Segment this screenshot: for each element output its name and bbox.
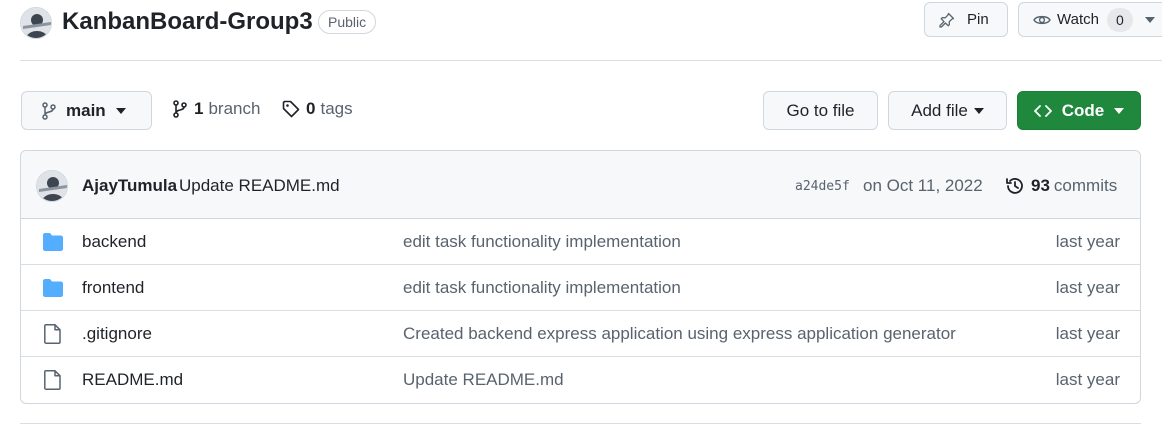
file-age: last year <box>1055 278 1120 297</box>
caret-down-icon <box>1114 107 1125 114</box>
branches-link[interactable]: 1 branch <box>172 99 260 119</box>
file-icon <box>44 370 61 390</box>
pin-icon <box>939 12 955 28</box>
caret-down-icon <box>973 107 984 114</box>
avatar-icon <box>21 8 51 38</box>
commit-author-avatar[interactable] <box>36 170 68 202</box>
file-commit-message[interactable]: edit task functionality implementation <box>403 232 681 252</box>
footer-divider <box>20 423 1141 424</box>
commit-date: on Oct 11, 2022 <box>863 176 983 195</box>
file-commit-message[interactable]: edit task functionality implementation <box>403 278 681 298</box>
folder-icon <box>43 233 63 251</box>
code-icon <box>1033 104 1052 117</box>
git-branch-icon <box>173 100 187 118</box>
file-commit-message[interactable]: Created backend express application usin… <box>403 324 956 344</box>
go-to-file-button[interactable]: Go to file <box>763 91 878 130</box>
caret-down-icon <box>115 107 126 114</box>
header-divider <box>20 60 1162 61</box>
file-age: last year <box>1055 370 1120 389</box>
watch-count: 0 <box>1106 7 1133 32</box>
add-file-button[interactable]: Add file <box>888 91 1007 130</box>
code-button[interactable]: Code <box>1017 91 1141 130</box>
file-row-backend[interactable]: backend edit task functionality implemen… <box>21 219 1140 265</box>
tag-icon <box>282 100 300 118</box>
watch-label: Watch <box>1057 11 1099 28</box>
add-file-label: Add file <box>911 100 968 120</box>
commits-history-link[interactable]: 93 commits <box>1005 176 1117 196</box>
file-name[interactable]: .gitignore <box>82 324 152 344</box>
commit-count-label: commits <box>1053 176 1118 195</box>
repo-header: KanbanBoard-Group3 Public Pin Watch 0 <box>0 0 1162 60</box>
file-browser: AjayTumula Update README.md a24de5f on O… <box>20 150 1141 404</box>
tag-count-number: 0 <box>306 99 316 118</box>
git-branch-icon <box>42 101 56 120</box>
commit-message[interactable]: Update README.md <box>179 176 340 196</box>
latest-commit-bar: AjayTumula Update README.md a24de5f on O… <box>21 151 1140 219</box>
file-commit-message[interactable]: Update README.md <box>403 370 564 390</box>
pin-label: Pin <box>967 11 989 28</box>
branch-count-number: 1 <box>194 99 204 118</box>
file-row-frontend[interactable]: frontend edit task functionality impleme… <box>21 265 1140 311</box>
branch-name: main <box>66 100 106 120</box>
visibility-badge: Public <box>318 10 377 34</box>
tag-count-label: tags <box>320 99 353 118</box>
pin-button[interactable]: Pin <box>924 2 1008 37</box>
branch-count-label: branch <box>208 99 261 118</box>
file-name[interactable]: frontend <box>82 278 144 298</box>
watch-button[interactable]: Watch 0 <box>1018 2 1162 37</box>
file-name[interactable]: README.md <box>82 370 183 390</box>
code-label: Code <box>1061 100 1105 120</box>
file-row-readme[interactable]: README.md Update README.md last year <box>21 357 1140 403</box>
history-icon <box>1006 178 1023 194</box>
tags-link[interactable]: 0 tags <box>282 99 353 119</box>
caret-down-icon <box>1144 16 1155 23</box>
commit-sha[interactable]: a24de5f <box>795 179 850 194</box>
file-icon <box>44 324 61 344</box>
avatar-icon <box>37 171 67 201</box>
eye-icon <box>1033 15 1051 24</box>
repo-title[interactable]: KanbanBoard-Group3 <box>62 8 313 36</box>
folder-icon <box>43 279 63 297</box>
branch-selector[interactable]: main <box>21 91 152 130</box>
commit-author[interactable]: AjayTumula <box>82 176 177 196</box>
owner-avatar[interactable] <box>20 7 52 39</box>
commit-count-number: 93 <box>1031 176 1050 195</box>
file-row-gitignore[interactable]: .gitignore Created backend express appli… <box>21 311 1140 357</box>
file-age: last year <box>1055 232 1120 251</box>
file-age: last year <box>1055 324 1120 343</box>
file-name[interactable]: backend <box>82 232 146 252</box>
